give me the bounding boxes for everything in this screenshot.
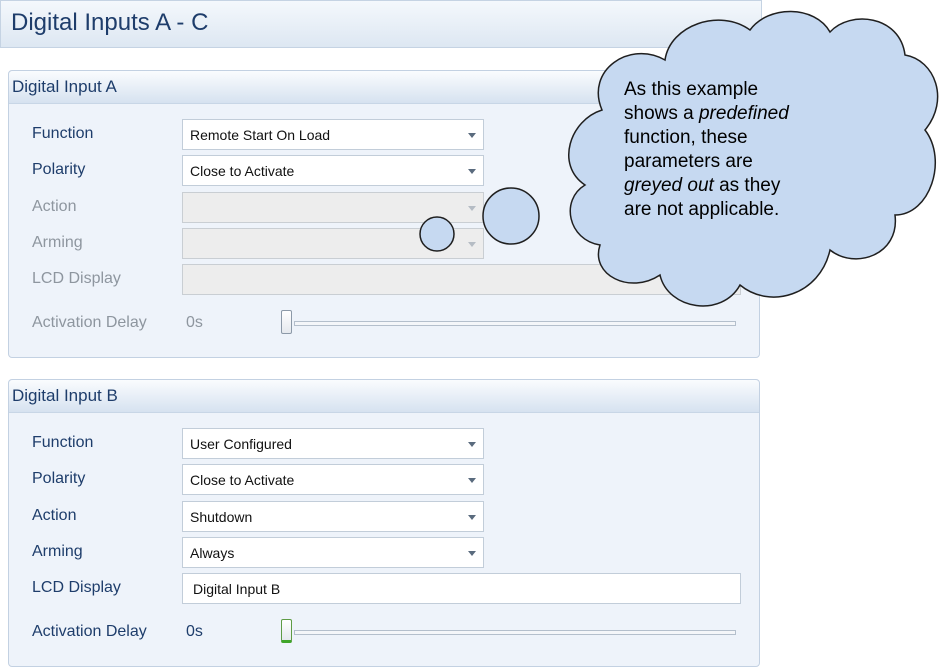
callout-emphasis: predefined <box>698 103 789 124</box>
callout-line: As this example <box>624 79 759 100</box>
callout-line: shows a predefined <box>624 102 874 126</box>
callout-line: function, these <box>624 127 748 148</box>
callout-line: are not applicable. <box>624 199 780 220</box>
callout-text: As this example shows a predefined funct… <box>624 78 874 222</box>
callout-emphasis: greyed out <box>624 175 714 196</box>
callout-line: parameters are <box>624 151 753 172</box>
callout-tail-bubble-large <box>482 187 540 245</box>
callout-line-part: as they <box>713 175 781 196</box>
callout-line: greyed out as they <box>624 174 874 198</box>
callout-line-part: shows a <box>624 103 699 124</box>
callout-tail-bubble-medium <box>419 216 455 252</box>
